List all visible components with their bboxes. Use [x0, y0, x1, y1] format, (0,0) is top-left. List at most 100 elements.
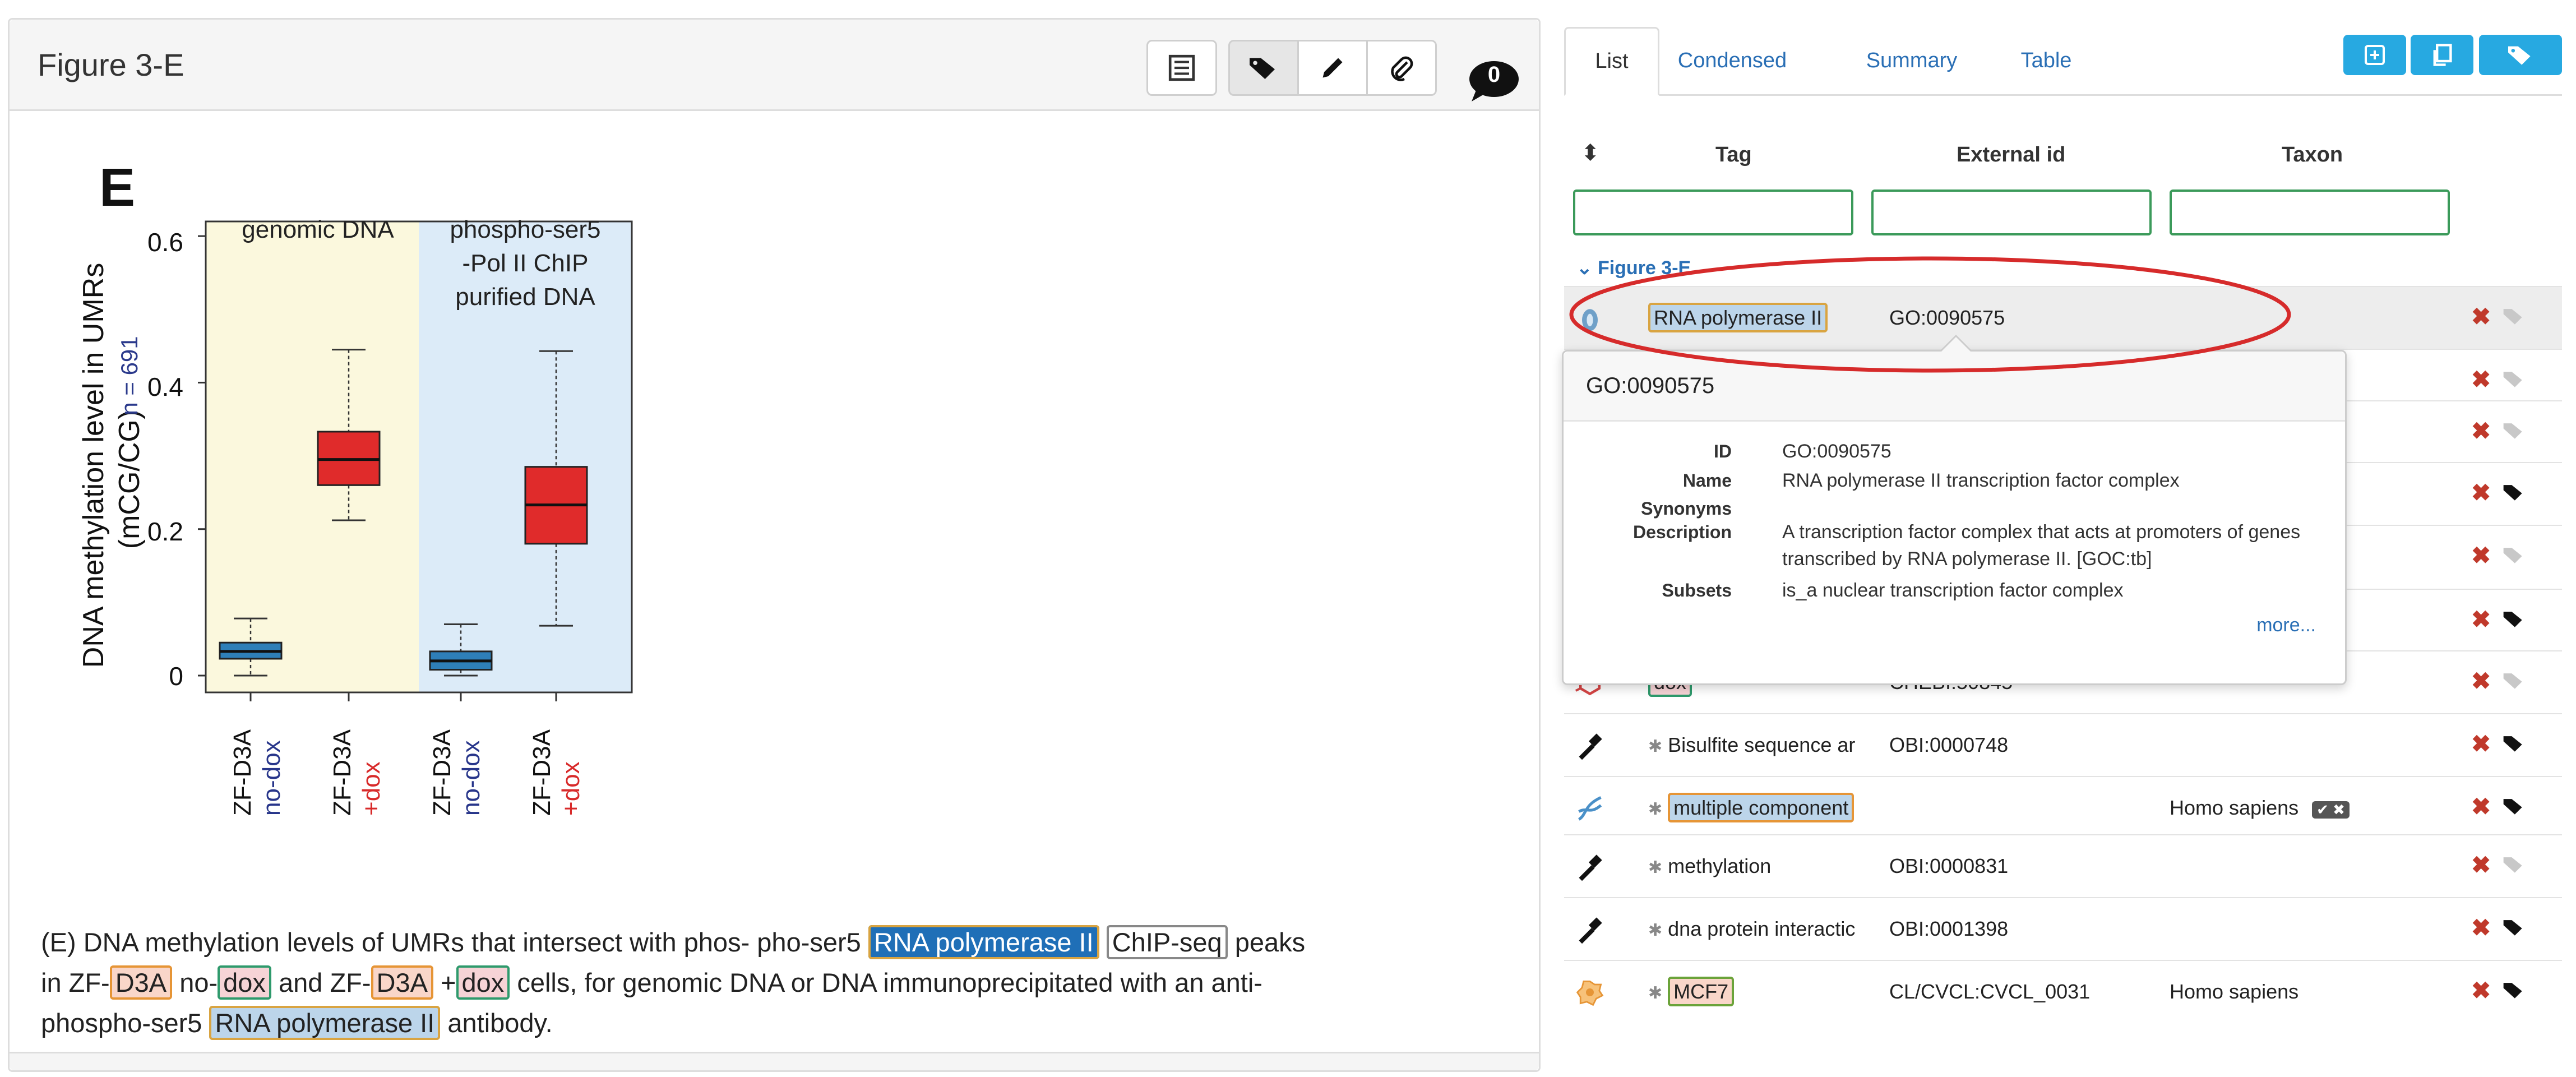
remove-icon[interactable]: ✖ — [2471, 605, 2491, 633]
column-header-taxon[interactable]: Taxon — [2282, 143, 2343, 167]
column-header-external-id[interactable]: External id — [1957, 143, 2065, 167]
tag-icon[interactable] — [2501, 607, 2526, 631]
tag-icon[interactable] — [2501, 731, 2526, 756]
caption-tag-chemical[interactable]: dox — [456, 965, 510, 1000]
list-icon — [1168, 54, 1195, 81]
tag-icon[interactable] — [2501, 668, 2526, 693]
star-icon: ✱ — [1648, 858, 1663, 877]
remove-icon[interactable]: ✖ — [2471, 667, 2491, 695]
tag-icon[interactable] — [2501, 978, 2526, 1002]
field-value-id: GO:0090575 — [1782, 441, 1891, 462]
caption-text: and ZF- — [279, 968, 371, 997]
row-tag[interactable]: ✱ multiple component — [1648, 793, 1854, 822]
row-external-id: OBI:0000748 — [1889, 733, 2009, 756]
x-tick-line1: ZF-D3A — [229, 729, 256, 816]
star-icon: ✱ — [1648, 737, 1663, 756]
table-row[interactable]: ✱ Bisulfite sequence ar OBI:0000748 ✖ — [1564, 713, 2562, 777]
row-tag[interactable]: ✱ methylation — [1648, 854, 1771, 878]
row-tag[interactable]: RNA polymerase II — [1648, 303, 1828, 332]
field-label-synonyms: Synonyms — [1641, 498, 1732, 519]
tag-icon[interactable] — [2501, 915, 2526, 940]
remove-icon[interactable]: ✖ — [2471, 977, 2491, 1004]
caption-tag-gene[interactable]: D3A — [109, 965, 173, 1000]
row-tag-pill[interactable]: MCF7 — [1668, 977, 1735, 1006]
remove-icon[interactable]: ✖ — [2471, 303, 2491, 330]
paperclip-icon — [1391, 56, 1413, 81]
tag-icon[interactable] — [2501, 480, 2526, 505]
tag-filter-input[interactable] — [1573, 189, 1853, 235]
field-value-subsets: is_a nuclear transcription factor comple… — [1782, 580, 2124, 601]
table-row[interactable]: ✱ dna protein interactic OBI:0001398 ✖ — [1564, 897, 2562, 961]
plus-square-icon — [2365, 45, 2385, 65]
x-tick-line2: no-dox — [457, 740, 485, 816]
term-detail-popover: GO:0090575 ID GO:0090575 Name RNA polyme… — [1562, 335, 2347, 685]
x-tick-line2: +dox — [358, 761, 385, 816]
comments-button[interactable]: 0 — [1467, 59, 1521, 104]
expand-all-button[interactable] — [2343, 35, 2406, 75]
caption-tag-go[interactable]: RNA polymerase II — [868, 925, 1099, 959]
x-tick-label: ZF-D3A no-dox — [228, 729, 286, 816]
group-header[interactable]: ⌄ Figure 3-E — [1576, 257, 1691, 279]
field-label-description: Description — [1632, 522, 1732, 542]
remove-icon[interactable]: ✖ — [2471, 417, 2491, 445]
popover-arrow-inner — [1941, 337, 1971, 352]
remove-icon[interactable]: ✖ — [2471, 479, 2491, 506]
tags-icon — [1250, 58, 1275, 79]
table-row[interactable]: RNA polymerase II GO:0090575 ✖ — [1564, 286, 2562, 350]
tag-icon[interactable] — [2501, 543, 2526, 567]
remove-icon[interactable]: ✖ — [2471, 366, 2491, 393]
tab-summary[interactable]: Summary — [1856, 27, 1968, 94]
edit-button[interactable] — [1297, 40, 1368, 96]
table-row[interactable]: ✱ MCF7 CL/CVCL:CVCL_0031 Homo sapiens ✖ — [1564, 960, 2562, 1024]
remove-icon[interactable]: ✖ — [2471, 542, 2491, 569]
row-tag[interactable]: ✱ Bisulfite sequence ar — [1648, 733, 1855, 757]
row-taxon: Homo sapiens ✔ ✖ — [2170, 796, 2350, 820]
figure-panel-header: Figure 3-E 0 — [10, 20, 1539, 111]
verified-icon[interactable]: ✔ ✖ — [2312, 801, 2350, 819]
caption-tag-chemical[interactable]: dox — [218, 965, 271, 1000]
attach-button[interactable] — [1366, 40, 1437, 96]
table-row[interactable]: ✱ methylation OBI:0000831 ✖ — [1564, 834, 2562, 898]
tab-table[interactable]: Table — [2001, 27, 2091, 94]
comment-count: 0 — [1487, 62, 1501, 87]
tag-icon — [2508, 46, 2531, 65]
field-value-description: A transcription factor complex that acts… — [1782, 521, 2301, 570]
tag-action-button[interactable] — [2479, 35, 2562, 75]
taxon-filter-input[interactable] — [2170, 189, 2450, 235]
column-header-tag[interactable]: Tag — [1715, 143, 1752, 167]
tag-icon[interactable] — [2501, 794, 2526, 819]
field-label-name: Name — [1682, 470, 1732, 491]
tag-icon[interactable] — [2501, 367, 2526, 391]
list-view-button[interactable] — [1146, 40, 1217, 96]
tag-icon[interactable] — [2501, 304, 2526, 329]
pipette-icon — [1579, 917, 1602, 944]
remove-icon[interactable]: ✖ — [2471, 914, 2491, 941]
external-id-filter-input[interactable] — [1871, 189, 2152, 235]
figure-title: Figure 3-E — [38, 47, 184, 82]
tag-icon[interactable] — [2501, 852, 2526, 877]
tag-icon[interactable] — [2501, 418, 2526, 443]
row-taxon-text: Homo sapiens — [2170, 796, 2299, 819]
row-tag[interactable]: ✱ MCF7 — [1648, 977, 1735, 1006]
tags-button[interactable] — [1228, 40, 1299, 96]
caption-tag-gene[interactable]: D3A — [371, 965, 433, 1000]
row-tag-pill[interactable]: multiple component — [1668, 793, 1854, 822]
remove-icon[interactable]: ✖ — [2471, 793, 2491, 820]
remove-icon[interactable]: ✖ — [2471, 730, 2491, 757]
table-row[interactable]: ✱ multiple component Homo sapiens ✔ ✖ ✖ — [1564, 776, 2562, 840]
caption-tag-assay[interactable]: ChIP-seq — [1106, 925, 1228, 959]
tab-condensed[interactable]: Condensed — [1668, 27, 1797, 94]
x-tick-line1: ZF-D3A — [428, 729, 456, 816]
remove-icon[interactable]: ✖ — [2471, 851, 2491, 879]
popover-title: GO:0090575 — [1564, 352, 2345, 422]
row-tag-pill[interactable]: RNA polymerase II — [1648, 303, 1828, 332]
tab-list[interactable]: List — [1564, 27, 1659, 96]
dna-icon — [1578, 796, 1602, 821]
row-tag[interactable]: ✱ dna protein interactic — [1648, 917, 1855, 941]
sort-icon[interactable]: ⬍ — [1581, 140, 1600, 166]
caption-tag-go[interactable]: RNA polymerase II — [209, 1006, 441, 1040]
star-icon: ✱ — [1648, 984, 1663, 1002]
more-link[interactable]: more... — [2256, 614, 2316, 636]
row-tag-text: dna protein interactic — [1668, 917, 1856, 940]
copy-button[interactable] — [2411, 35, 2473, 75]
